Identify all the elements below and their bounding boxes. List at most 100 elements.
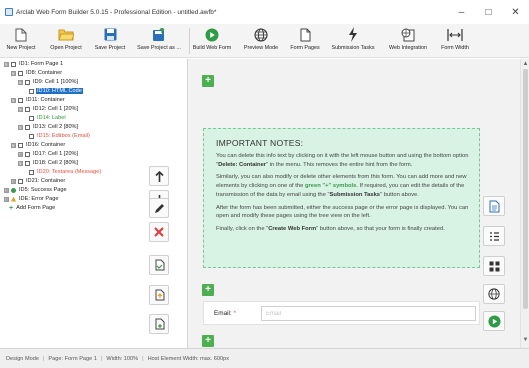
scroll-down-icon[interactable]: ▼ bbox=[522, 337, 529, 344]
textarea-icon bbox=[29, 169, 34, 175]
document-icon bbox=[489, 200, 499, 212]
tree-node-container-id16[interactable]: ⊟ ID16: Container bbox=[11, 141, 66, 149]
notes-heading: IMPORTANT NOTES: bbox=[216, 138, 304, 148]
status-separator: | bbox=[42, 355, 45, 362]
scroll-up-icon[interactable]: ▲ bbox=[522, 61, 529, 68]
collapse-icon[interactable]: ⊟ bbox=[11, 97, 16, 103]
open-project-button[interactable]: Open Project bbox=[48, 26, 84, 56]
required-marker: * bbox=[233, 310, 237, 317]
tree-node-label: ID14: Label bbox=[37, 115, 66, 121]
tree-node-label-id14[interactable]: ID14: Label bbox=[29, 114, 67, 122]
save-project-as-button[interactable]: Save Project as ... bbox=[134, 26, 184, 56]
build-run-button[interactable] bbox=[483, 311, 505, 331]
collapse-icon[interactable]: ⊟ bbox=[18, 124, 23, 130]
cut-button[interactable] bbox=[149, 285, 169, 305]
status-bar: Design Mode | Page: Form Page 1 | Width: 1… bbox=[0, 348, 529, 368]
globe-icon bbox=[254, 26, 268, 43]
tree-node-container-id21[interactable]: ⊞ ID21: Container bbox=[11, 177, 66, 185]
copy-button[interactable] bbox=[149, 255, 169, 275]
open-project-label: Open Project bbox=[50, 45, 82, 51]
tree-node-label: ID1: Form Page 1 bbox=[19, 61, 64, 67]
tree-node-error-page[interactable]: ⊞ IDE: Error Page bbox=[4, 195, 59, 203]
floppy-disk-icon bbox=[104, 26, 117, 43]
add-element-button[interactable]: + bbox=[202, 75, 214, 87]
tree-node-label: ID18: Cell 2 [80%] bbox=[33, 160, 79, 166]
add-element-button[interactable]: + bbox=[202, 284, 214, 296]
paste-icon bbox=[155, 318, 164, 330]
tree-node-cell-id9[interactable]: ⊟ ID9: Cell 1 [100%] bbox=[18, 78, 79, 86]
collapse-icon[interactable]: ⊟ bbox=[18, 106, 23, 112]
preview-mode-button[interactable]: Preview Mode bbox=[241, 26, 281, 56]
collapse-icon[interactable]: ⊟ bbox=[11, 70, 16, 76]
new-project-button[interactable]: New Project bbox=[6, 26, 36, 56]
save-project-button[interactable]: Save Project bbox=[92, 26, 128, 56]
email-label-text: Email: bbox=[214, 310, 232, 317]
preview-globe-button[interactable] bbox=[483, 284, 505, 304]
edit-button[interactable] bbox=[149, 198, 169, 218]
container-icon bbox=[18, 97, 23, 103]
lightning-icon bbox=[348, 26, 358, 43]
status-host-width: Host Element Width: max. 600px bbox=[147, 355, 230, 362]
form-pages-button[interactable]: Form Pages bbox=[288, 26, 322, 56]
tree-node-cell-id12[interactable]: ⊟ ID12: Cell 1 [20%] bbox=[18, 105, 79, 113]
tree-node-cell-id13[interactable]: ⊟ ID13: Cell 2 [80%] bbox=[18, 123, 79, 131]
expand-icon[interactable]: ⊞ bbox=[4, 196, 9, 202]
close-button[interactable]: ✕ bbox=[502, 0, 529, 24]
delete-button[interactable] bbox=[149, 222, 169, 242]
tree-node-cell-id17[interactable]: ⊞ ID17: Cell 1 [20%] bbox=[18, 150, 79, 158]
maximize-button[interactable]: □ bbox=[475, 0, 502, 24]
move-up-button[interactable] bbox=[149, 166, 169, 186]
tree-node-container-id11[interactable]: ⊟ ID11: Container bbox=[11, 96, 66, 104]
build-web-form-label: Build Web Form bbox=[192, 45, 232, 51]
paste-button[interactable] bbox=[149, 314, 169, 334]
floppy-disk-arrow-icon bbox=[152, 26, 166, 43]
tree-node-add-form-page[interactable]: + Add Form Page bbox=[9, 204, 56, 212]
email-input[interactable] bbox=[261, 306, 476, 321]
build-web-form-button[interactable]: Build Web Form bbox=[192, 26, 232, 56]
layout-grid-button[interactable] bbox=[483, 256, 505, 276]
collapse-icon[interactable]: ⊟ bbox=[11, 142, 16, 148]
expand-icon[interactable]: ⊞ bbox=[11, 178, 16, 184]
collapse-icon[interactable]: ⊟ bbox=[4, 61, 9, 67]
form-list-button[interactable] bbox=[483, 226, 505, 246]
status-width: Width: 100% bbox=[106, 355, 139, 362]
expand-icon[interactable]: ⊞ bbox=[18, 151, 23, 157]
label-icon bbox=[29, 115, 34, 121]
expand-icon[interactable]: ⊞ bbox=[4, 187, 9, 193]
app-logo-icon bbox=[5, 8, 13, 16]
tree-node-label: ID15: Editbox (Email) bbox=[37, 133, 90, 139]
container-icon bbox=[18, 178, 23, 184]
tree-node-label: ID5: Success Page bbox=[19, 187, 67, 193]
collapse-icon[interactable]: ⊟ bbox=[18, 160, 23, 166]
tree-node-form-page-1[interactable]: ⊟ ID1: Form Page 1 bbox=[4, 60, 64, 68]
tree-node-label: ID17: Cell 1 [20%] bbox=[33, 151, 79, 157]
tree-node-cell-id18[interactable]: ⊟ ID18: Cell 2 [80%] bbox=[18, 159, 79, 167]
window-title: Arclab Web Form Builder 5.0.15 - Profess… bbox=[16, 8, 217, 16]
web-integration-button[interactable]: Web Integration bbox=[385, 26, 431, 56]
canvas-scrollbar[interactable]: ▲ ▼ bbox=[520, 59, 529, 348]
scrollbar-thumb[interactable] bbox=[523, 69, 528, 309]
tree-node-label: ID9: Cell 1 [100%] bbox=[33, 79, 79, 85]
success-status-icon bbox=[11, 187, 16, 193]
arrow-up-icon bbox=[154, 170, 164, 182]
tree-node-success-page[interactable]: ⊞ ID5: Success Page bbox=[4, 186, 68, 194]
grid-icon bbox=[489, 261, 499, 271]
tree-node-editbox-id15[interactable]: ID15: Editbox (Email) bbox=[29, 132, 91, 140]
notes-paragraph-4: Finally, click on the "Create Web Form" … bbox=[216, 225, 469, 234]
warning-icon bbox=[11, 196, 16, 202]
form-settings-button[interactable] bbox=[483, 196, 505, 216]
collapse-icon[interactable]: ⊟ bbox=[18, 79, 23, 85]
add-element-button[interactable]: + bbox=[202, 335, 214, 347]
form-width-button[interactable]: Form Width bbox=[438, 26, 472, 56]
window-controls: – □ ✕ bbox=[448, 0, 529, 24]
notes-green-text: green "+" symbols bbox=[304, 183, 357, 190]
tree-node-container-id8[interactable]: ⊟ ID8: Container bbox=[11, 69, 63, 77]
important-notes-box[interactable]: IMPORTANT NOTES: You can delete this inf… bbox=[203, 128, 480, 268]
web-integration-label: Web Integration bbox=[389, 45, 427, 51]
tree-node-label: ID8: Container bbox=[26, 70, 63, 76]
minimize-button[interactable]: – bbox=[448, 0, 475, 24]
tree-node-html-code-id10[interactable]: ID10: HTML Code bbox=[29, 87, 83, 95]
tree-node-textarea-id20[interactable]: ID20: Textarea (Message) bbox=[29, 168, 102, 176]
submission-tasks-button[interactable]: Submission Tasks bbox=[328, 26, 378, 56]
list-icon bbox=[489, 231, 499, 241]
